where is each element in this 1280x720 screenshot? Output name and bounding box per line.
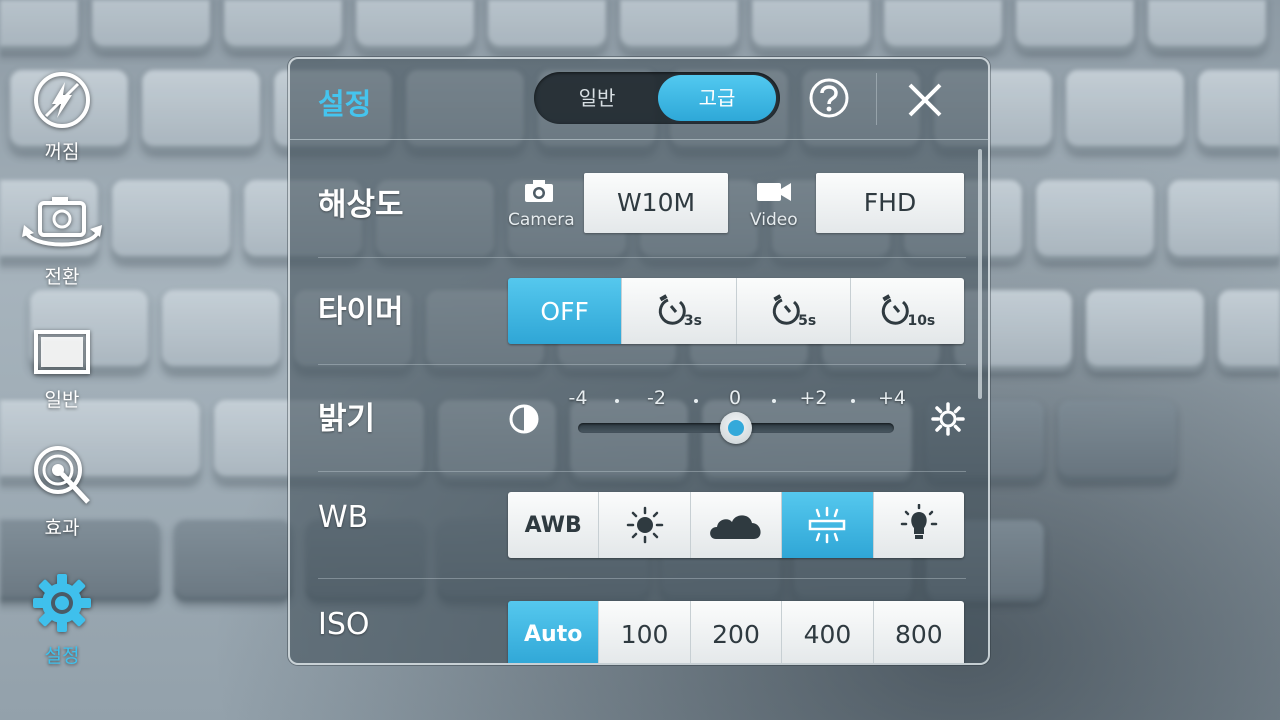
- timer-10s-option[interactable]: 10s: [850, 278, 964, 344]
- iso-row: ISO Auto 100 200 400 800: [318, 579, 966, 663]
- resolution-row: 해상도 Camera W10M Video FHD: [318, 151, 966, 258]
- timer-off-label: OFF: [540, 296, 589, 326]
- iso-800-label: 800: [894, 619, 943, 649]
- camera-icon: [525, 180, 553, 202]
- brightness-tick-label: -2: [647, 387, 666, 409]
- help-icon: [809, 78, 849, 118]
- brightness-tick-label: +4: [877, 387, 907, 409]
- brightness-tick-dot: [693, 399, 698, 403]
- timer-5s-label: 5s: [798, 313, 817, 329]
- brightness-tick-label: -4: [568, 387, 588, 409]
- wb-incandescent-option[interactable]: [873, 492, 964, 558]
- wb-auto-option[interactable]: AWB: [508, 492, 600, 558]
- iso-100-label: 100: [620, 619, 669, 649]
- flash-off-icon: [34, 72, 90, 128]
- iso-400-label: 400: [803, 619, 852, 649]
- switch-label: 전환: [44, 266, 80, 288]
- video-resolution-button[interactable]: FHD: [816, 173, 964, 233]
- brightness-tick-label: +2: [799, 387, 828, 409]
- iso-100-option[interactable]: 100: [599, 601, 691, 663]
- settings-button[interactable]: 설정: [0, 572, 124, 668]
- iso-400-option[interactable]: 400: [782, 601, 874, 663]
- wb-auto-label: AWB: [524, 512, 582, 538]
- normal-mode-icon: [34, 330, 90, 374]
- timer-10s-label: 10s: [907, 313, 936, 329]
- panel-title: 설정: [318, 87, 372, 121]
- settings-tab-switch: 일반 고급: [534, 72, 780, 124]
- header-divider: [876, 73, 877, 125]
- flash-label: 꺼짐: [44, 141, 80, 163]
- wb-cloudy-option[interactable]: [690, 492, 783, 558]
- iso-auto-label: Auto: [524, 621, 583, 647]
- switch-camera-icon: [22, 197, 102, 247]
- wb-daylight-option[interactable]: [599, 492, 691, 558]
- brightness-tick-dot: [615, 399, 620, 403]
- flash-button[interactable]: 꺼짐: [0, 70, 124, 164]
- effects-button[interactable]: 효과: [0, 442, 124, 540]
- iso-auto-option[interactable]: Auto: [508, 601, 600, 663]
- camera-caption: Camera: [508, 210, 575, 230]
- brightness-tick-label: 0: [728, 387, 742, 409]
- camera-resolution-button[interactable]: W10M: [584, 173, 728, 233]
- timer-off-option[interactable]: OFF: [508, 278, 623, 344]
- brightness-tick-dot: [850, 399, 855, 403]
- timer-options: OFF 3s 5s 10s: [508, 278, 964, 344]
- timer-row: 타이머 OFF 3s 5s 10s: [318, 258, 966, 365]
- iso-options: Auto 100 200 400 800: [508, 601, 964, 663]
- resolution-label: 해상도: [318, 187, 404, 223]
- mode-button[interactable]: 일반: [0, 328, 124, 412]
- close-icon: [908, 83, 942, 117]
- incandescent-icon: [900, 504, 938, 539]
- brightness-low-icon: [509, 404, 539, 434]
- panel-header: 설정 일반 고급: [290, 59, 988, 140]
- brightness-row: 밝기 -4 -2 0 +2 +4: [318, 365, 966, 472]
- gear-icon: [33, 574, 91, 632]
- brightness-label: 밝기: [318, 401, 376, 437]
- iso-800-option[interactable]: 800: [873, 601, 964, 663]
- mode-label: 일반: [44, 389, 80, 411]
- video-caption: Video: [750, 210, 798, 230]
- tab-basic[interactable]: 일반: [538, 72, 656, 124]
- iso-200-option[interactable]: 200: [690, 601, 783, 663]
- effects-icon: [34, 446, 90, 504]
- video-camera-icon: [757, 183, 791, 201]
- iso-label: ISO: [318, 607, 370, 642]
- tab-advanced[interactable]: 고급: [658, 75, 776, 121]
- wb-label: WB: [318, 500, 369, 535]
- iso-200-label: 200: [712, 619, 760, 649]
- brightness-slider-thumb[interactable]: [720, 412, 752, 444]
- timer-5s-option[interactable]: 5s: [736, 278, 851, 344]
- brightness-high-icon: [931, 402, 965, 436]
- settings-panel: 설정 일반 고급 해상도 Camera W10M Video FHD 타이머 O…: [288, 57, 990, 665]
- timer-label: 타이머: [318, 294, 404, 330]
- white-balance-row: WB AWB: [318, 472, 966, 579]
- daylight-icon: [626, 506, 663, 544]
- help-button[interactable]: [808, 77, 850, 119]
- panel-scrollbar[interactable]: [978, 149, 982, 399]
- wb-options: AWB: [508, 492, 964, 558]
- brightness-tick-dot: [772, 399, 777, 403]
- effects-label: 효과: [44, 517, 80, 539]
- timer-3s-option[interactable]: 3s: [622, 278, 737, 344]
- cloudy-icon: [710, 515, 761, 539]
- switch-camera-button[interactable]: 전환: [0, 195, 124, 289]
- fluorescent-icon: [809, 506, 846, 544]
- wb-fluorescent-option[interactable]: [782, 492, 874, 558]
- close-button[interactable]: [902, 77, 948, 123]
- timer-3s-label: 3s: [683, 313, 702, 329]
- settings-label: 설정: [44, 645, 80, 667]
